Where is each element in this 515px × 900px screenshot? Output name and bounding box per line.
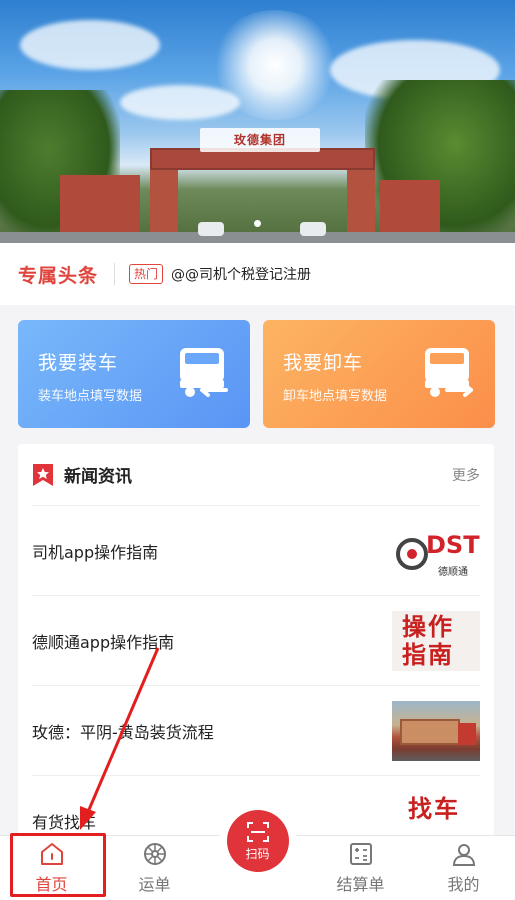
banner-carousel[interactable]: 玫德集团 bbox=[0, 0, 515, 243]
tab-label: 运单 bbox=[138, 875, 171, 894]
headline-title: 专属头条 bbox=[18, 264, 99, 287]
carousel-dot[interactable] bbox=[254, 220, 261, 227]
news-panel: 新闻资讯 更多 司机app操作指南 DST 德顺通 德顺通app操作指南 操作指… bbox=[18, 444, 494, 864]
user-icon bbox=[452, 844, 475, 866]
banner-cloud bbox=[20, 20, 160, 70]
news-thumbnail: 操作指南 bbox=[392, 610, 480, 671]
truck-cab bbox=[458, 722, 476, 745]
headline-text[interactable]: @@司机个税登记注册 bbox=[171, 264, 311, 284]
thumb-sublabel: 德顺通 bbox=[438, 566, 468, 578]
unload-truck-card[interactable]: 我要卸车 卸车地点填写数据 bbox=[263, 320, 495, 428]
news-title: 新闻资讯 bbox=[64, 467, 132, 487]
waybill-icon bbox=[143, 843, 166, 865]
divider bbox=[114, 263, 116, 285]
tab-settlement[interactable]: 结算单 bbox=[309, 836, 412, 900]
tab-label: 结算单 bbox=[336, 875, 385, 894]
thumb-label: 操作指南 bbox=[402, 612, 454, 669]
scan-button[interactable]: 扫码 bbox=[226, 810, 289, 872]
news-item-title: 司机app操作指南 bbox=[32, 542, 159, 562]
tab-mine[interactable]: 我的 bbox=[412, 836, 515, 900]
banner-road bbox=[0, 232, 515, 243]
news-more-link[interactable]: 更多 bbox=[452, 465, 480, 485]
tab-scan[interactable]: 扫码 bbox=[206, 802, 309, 900]
news-item-title: 德顺通app操作指南 bbox=[32, 632, 175, 652]
news-thumbnail bbox=[392, 700, 480, 761]
hot-badge: 热门 bbox=[129, 264, 164, 284]
news-thumbnail: DST 德顺通 bbox=[392, 520, 480, 581]
news-header: 新闻资讯 更多 bbox=[32, 444, 480, 506]
news-item[interactable]: 司机app操作指南 DST 德顺通 bbox=[32, 506, 480, 596]
scan-icon bbox=[246, 821, 269, 842]
tab-label: 我的 bbox=[447, 875, 480, 894]
news-item-title: 有货找车 bbox=[32, 813, 97, 832]
load-truck-card[interactable]: 我要装车 装车地点填写数据 bbox=[18, 320, 250, 428]
gate-sign: 玫德集团 bbox=[200, 128, 320, 152]
settlement-icon bbox=[349, 843, 372, 865]
truck-cargo bbox=[400, 718, 460, 745]
tab-waybill[interactable]: 运单 bbox=[103, 836, 206, 900]
annotation-highlight-box bbox=[10, 833, 106, 897]
carousel-indicator bbox=[0, 220, 515, 227]
news-item[interactable]: 玫德：平阴-黄岛装货流程 bbox=[32, 686, 480, 776]
thumb-label: 找车 bbox=[408, 795, 460, 823]
news-item-title: 玫德：平阴-黄岛装货流程 bbox=[32, 722, 214, 742]
truck-arrow-right-icon bbox=[425, 348, 473, 397]
bookmark-star-icon bbox=[33, 463, 53, 486]
truck-arrow-left-icon bbox=[180, 348, 228, 397]
headline-bar[interactable]: 专属头条 热门 @@司机个税登记注册 bbox=[0, 243, 515, 305]
thumb-label: DST bbox=[426, 530, 480, 559]
banner-cloud bbox=[120, 85, 240, 120]
news-item[interactable]: 德顺通app操作指南 操作指南 bbox=[32, 596, 480, 686]
scan-label: 扫码 bbox=[245, 846, 270, 861]
scan-button-wrap: 扫码 bbox=[218, 802, 297, 880]
